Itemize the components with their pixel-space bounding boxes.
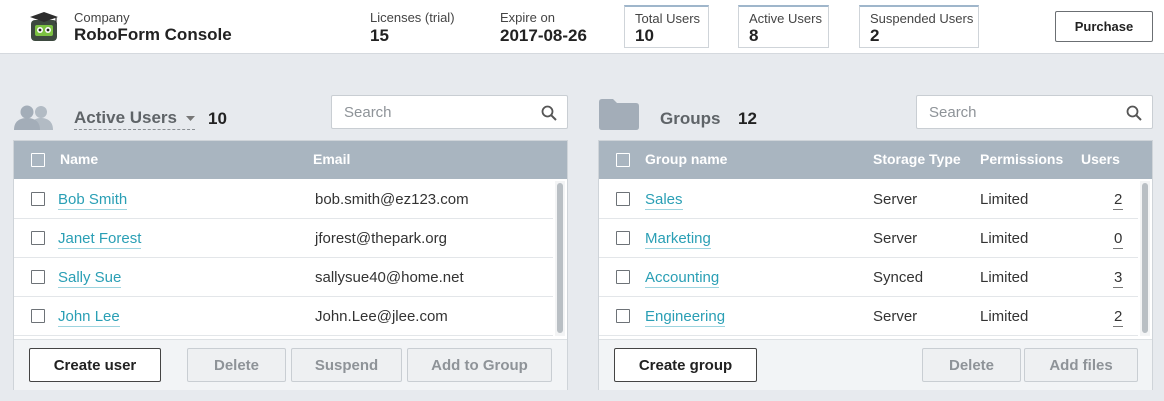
licenses-label: Licenses (trial) — [370, 10, 455, 25]
delete-user-button[interactable]: Delete — [187, 348, 286, 382]
user-row: Janet Forest jforest@thepark.org — [14, 219, 553, 258]
group-row-checkbox[interactable] — [616, 309, 630, 323]
user-email: bob.smith@ez123.com — [315, 191, 469, 208]
group-permissions: Limited — [980, 191, 1029, 208]
suspended-users-label: Suspended Users — [870, 11, 974, 26]
groups-search — [916, 95, 1153, 129]
roboform-logo — [30, 12, 58, 41]
user-email: John.Lee@jlee.com — [315, 308, 448, 325]
group-row-checkbox[interactable] — [616, 270, 630, 284]
column-group-name[interactable]: Group name — [645, 151, 727, 167]
user-row-checkbox[interactable] — [31, 231, 45, 245]
active-users-box[interactable]: Active Users 8 — [738, 5, 829, 48]
caret-down-icon — [185, 115, 195, 121]
group-name-link[interactable]: Engineering — [645, 308, 726, 327]
user-name-link[interactable]: Bob Smith — [58, 191, 128, 210]
users-footer: Create user Delete Suspend Add to Group — [14, 339, 567, 390]
group-row: Accounting Synced Limited 3 — [599, 258, 1138, 297]
active-users-value: 8 — [749, 26, 759, 45]
column-storage-type[interactable]: Storage Type — [873, 151, 961, 167]
purchase-button[interactable]: Purchase — [1055, 11, 1153, 42]
column-users[interactable]: Users — [1081, 151, 1120, 167]
active-users-dropdown[interactable]: Active Users — [74, 108, 195, 130]
select-all-groups-checkbox[interactable] — [616, 153, 630, 167]
group-storage-type: Server — [873, 308, 918, 325]
groups-footer: Create group Delete Add files — [599, 339, 1152, 390]
group-users-count[interactable]: 2 — [1113, 191, 1124, 210]
group-row-checkbox[interactable] — [616, 192, 630, 206]
group-row: Engineering Server Limited 2 — [599, 297, 1138, 336]
group-storage-type: Synced — [873, 269, 924, 286]
group-row-checkbox[interactable] — [616, 231, 630, 245]
users-scrollbar[interactable] — [555, 181, 565, 336]
users-scrollbar-thumb[interactable] — [557, 183, 563, 333]
group-users-count[interactable]: 0 — [1113, 230, 1124, 249]
group-storage-type: Server — [873, 191, 918, 208]
active-users-label: Active Users — [749, 11, 822, 26]
groups-panel: Group name Storage Type Permissions User… — [598, 140, 1153, 390]
create-group-button[interactable]: Create group — [614, 348, 757, 382]
users-search — [331, 95, 568, 129]
expire-stat: Expire on 2017-08-26 — [500, 10, 587, 46]
group-permissions: Limited — [980, 308, 1029, 325]
delete-group-button[interactable]: Delete — [922, 348, 1021, 382]
column-permissions[interactable]: Permissions — [980, 151, 1063, 167]
column-name[interactable]: Name — [60, 151, 98, 167]
groups-title: Groups — [660, 109, 721, 128]
user-row-checkbox[interactable] — [31, 192, 45, 206]
user-row-checkbox[interactable] — [31, 309, 45, 323]
select-all-users-checkbox[interactable] — [31, 153, 45, 167]
user-email: sallysue40@home.net — [315, 269, 464, 286]
licenses-stat: Licenses (trial) 15 — [370, 10, 455, 46]
active-users-count: 10 — [208, 109, 227, 128]
user-name-link[interactable]: John Lee — [58, 308, 120, 327]
suspended-users-value: 2 — [870, 26, 880, 45]
group-users-count[interactable]: 2 — [1113, 308, 1124, 327]
add-files-button[interactable]: Add files — [1024, 348, 1138, 382]
user-row: Bob Smith bob.smith@ez123.com — [14, 180, 553, 219]
search-icon[interactable] — [541, 105, 557, 121]
groups-table-header: Group name Storage Type Permissions User… — [599, 141, 1152, 179]
users-table-header: Name Email — [14, 141, 567, 179]
group-row: Marketing Server Limited 0 — [599, 219, 1138, 258]
users-panel: Name Email Bob Smith bob.smith@ez123.com… — [13, 140, 568, 390]
total-users-label: Total Users — [635, 11, 701, 26]
group-name-link[interactable]: Accounting — [645, 269, 720, 288]
suspended-users-box[interactable]: Suspended Users 2 — [859, 5, 979, 48]
group-row: Sales Server Limited 2 — [599, 180, 1138, 219]
group-name-link[interactable]: Sales — [645, 191, 683, 210]
groups-scrollbar-thumb[interactable] — [1142, 183, 1148, 333]
search-icon[interactable] — [1126, 105, 1142, 121]
add-to-group-button[interactable]: Add to Group — [407, 348, 552, 382]
group-users-count[interactable]: 3 — [1113, 269, 1124, 288]
group-permissions: Limited — [980, 269, 1029, 286]
expire-value: 2017-08-26 — [500, 26, 587, 45]
user-row: Sally Sue sallysue40@home.net — [14, 258, 553, 297]
folder-icon — [599, 99, 639, 130]
create-user-button[interactable]: Create user — [29, 348, 161, 382]
user-row: John Lee John.Lee@jlee.com — [14, 297, 553, 336]
user-row-checkbox[interactable] — [31, 270, 45, 284]
group-storage-type: Server — [873, 230, 918, 247]
licenses-value: 15 — [370, 26, 389, 45]
users-icon — [14, 105, 53, 130]
user-name-link[interactable]: Sally Sue — [58, 269, 122, 288]
user-name-link[interactable]: Janet Forest — [58, 230, 142, 249]
group-permissions: Limited — [980, 230, 1029, 247]
total-users-value: 10 — [635, 26, 654, 45]
active-users-title: Active Users — [74, 108, 178, 127]
groups-scrollbar[interactable] — [1140, 181, 1150, 336]
users-search-input[interactable] — [332, 96, 567, 128]
groups-count: 12 — [738, 109, 757, 128]
top-bar: Company RoboForm Console Licenses (trial… — [0, 0, 1164, 54]
group-name-link[interactable]: Marketing — [645, 230, 711, 249]
user-email: jforest@thepark.org — [315, 230, 447, 247]
expire-label: Expire on — [500, 10, 555, 25]
suspend-user-button[interactable]: Suspend — [291, 348, 402, 382]
company-name: RoboForm Console — [74, 25, 232, 44]
company-label: Company — [74, 10, 130, 25]
total-users-box[interactable]: Total Users 10 — [624, 5, 709, 48]
groups-search-input[interactable] — [917, 96, 1152, 128]
column-email[interactable]: Email — [313, 151, 350, 167]
